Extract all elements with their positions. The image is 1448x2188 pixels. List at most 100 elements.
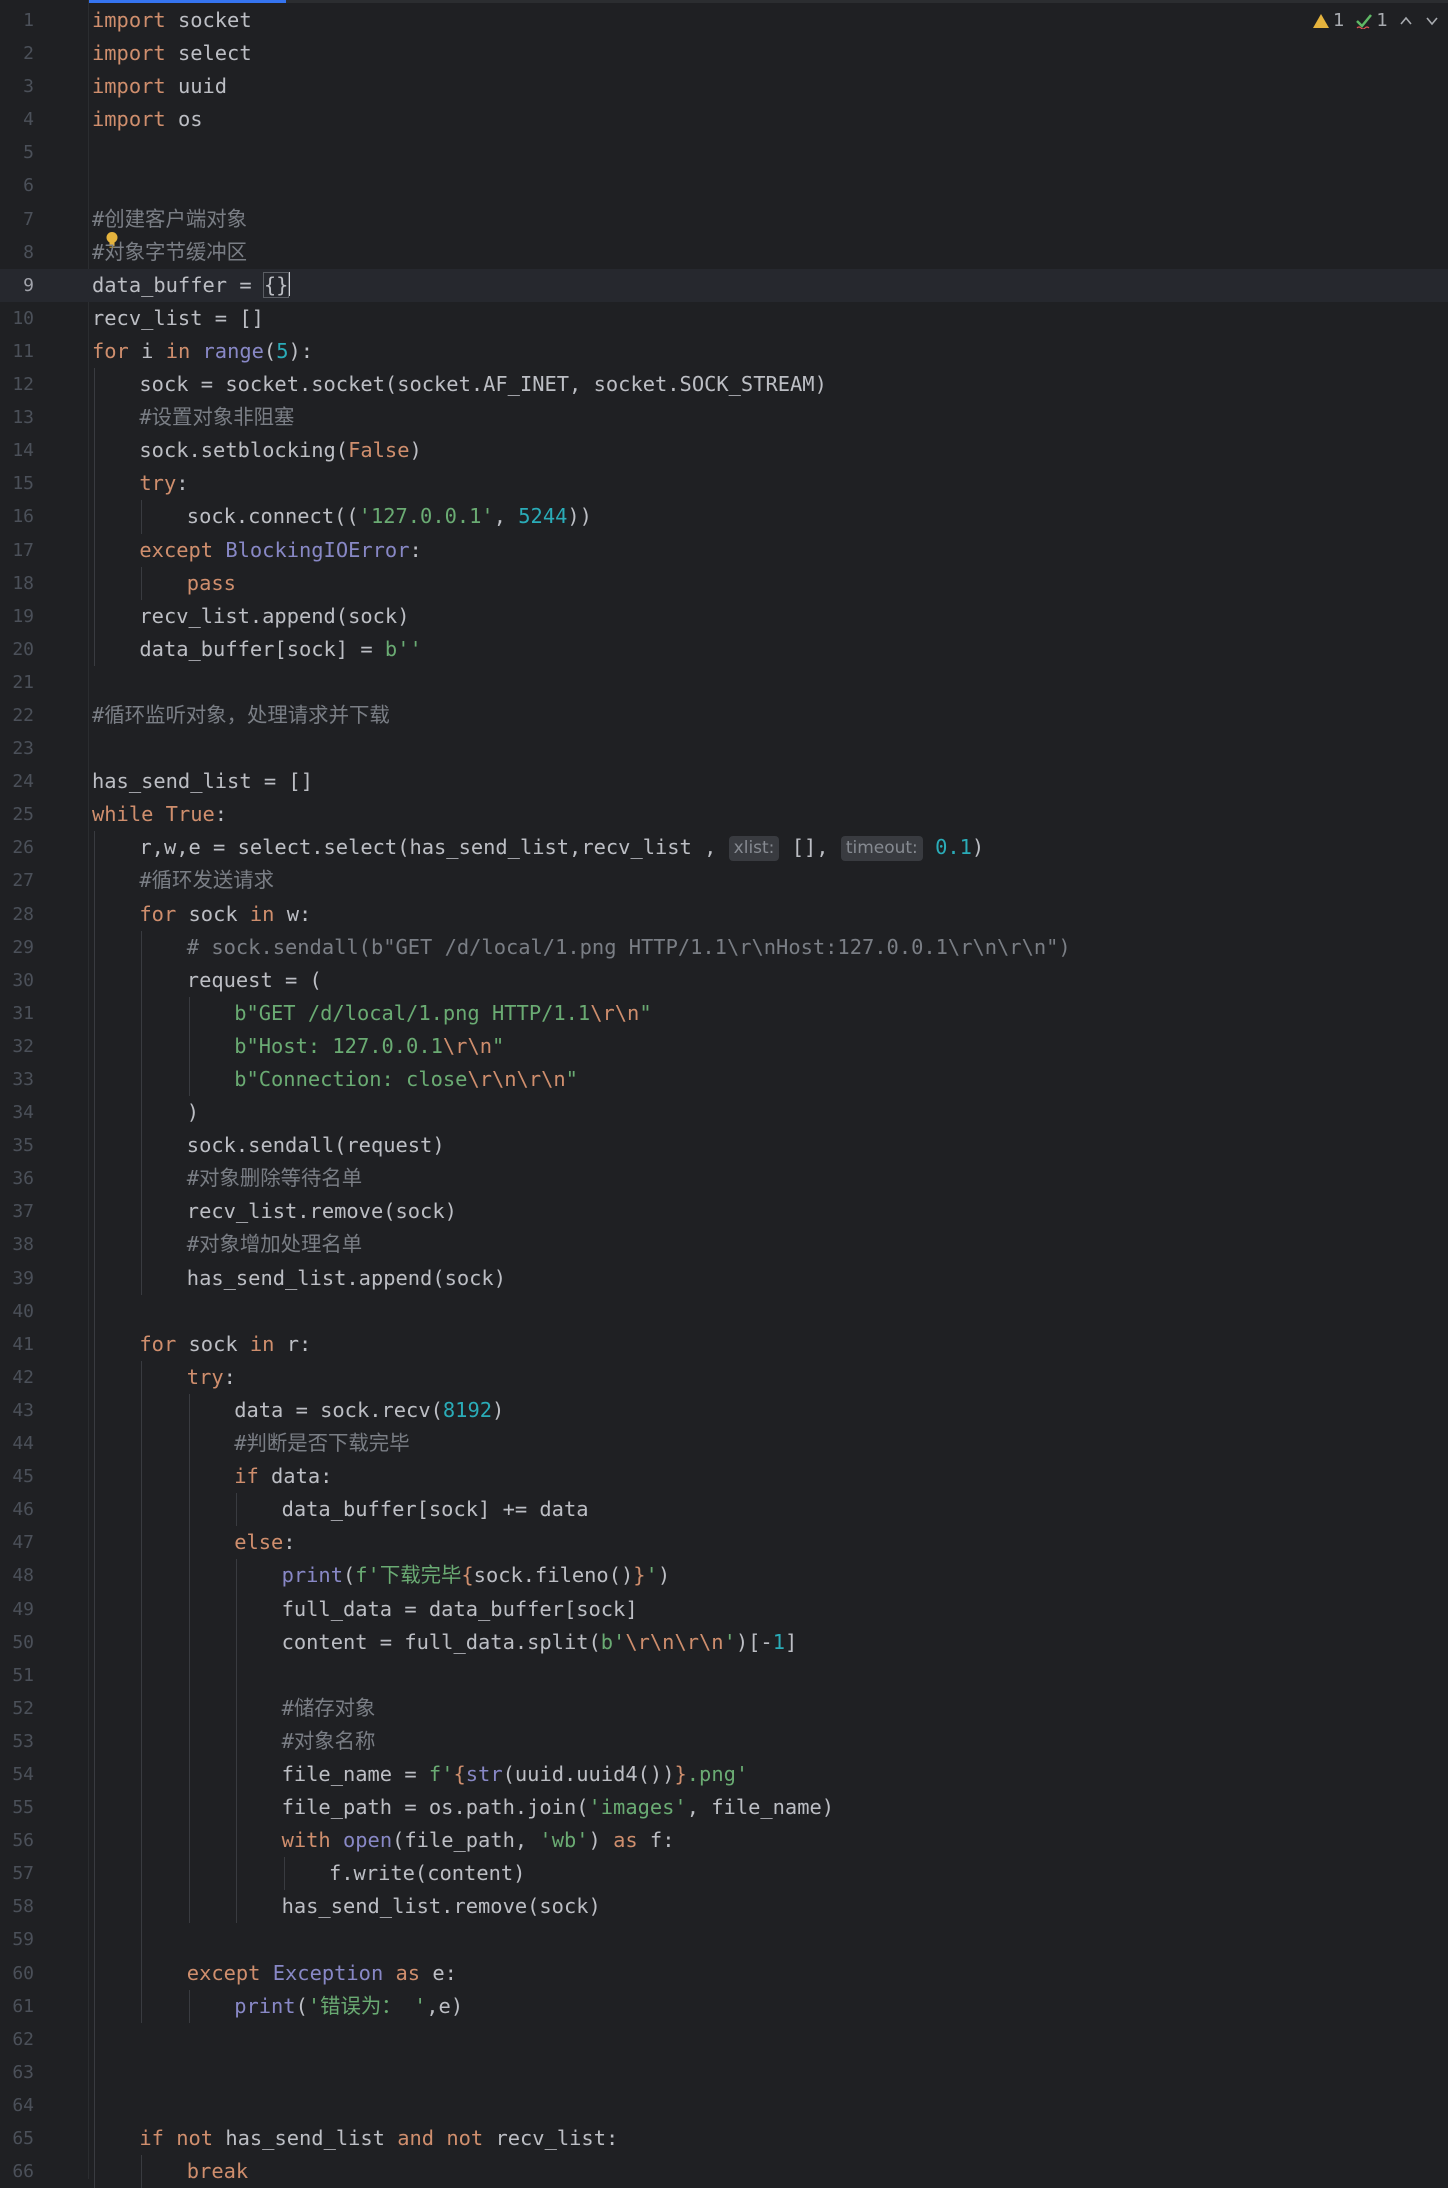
code-line[interactable]: 61 print('错误为： ',e) bbox=[0, 1989, 1448, 2023]
code-line[interactable]: 19 recv_list.append(sock) bbox=[0, 599, 1448, 633]
code-line[interactable]: 62 bbox=[0, 2022, 1448, 2056]
code-line[interactable]: 36 #对象删除等待名单 bbox=[0, 1162, 1448, 1196]
code-text[interactable]: sock = socket.socket(socket.AF_INET, soc… bbox=[139, 368, 826, 401]
line-number[interactable]: 36 bbox=[0, 1162, 34, 1195]
line-number[interactable]: 12 bbox=[0, 368, 34, 401]
code-line[interactable]: 15 try: bbox=[0, 467, 1448, 501]
line-number[interactable]: 11 bbox=[0, 335, 34, 368]
line-number[interactable]: 63 bbox=[0, 2056, 34, 2089]
code-text[interactable]: recv_list.append(sock) bbox=[139, 600, 409, 633]
code-text[interactable]: else: bbox=[234, 1526, 295, 1559]
line-number[interactable]: 45 bbox=[0, 1460, 34, 1493]
line-number[interactable]: 28 bbox=[0, 898, 34, 931]
code-line[interactable]: 5 bbox=[0, 136, 1448, 169]
code-line[interactable]: 28 for sock in w: bbox=[0, 897, 1448, 931]
code-text[interactable]: except BlockingIOError: bbox=[139, 534, 421, 567]
code-text[interactable]: #对象字节缓冲区 bbox=[92, 236, 247, 269]
code-line[interactable]: 63 bbox=[0, 2055, 1448, 2089]
code-text[interactable]: try: bbox=[187, 1361, 236, 1394]
line-number[interactable]: 16 bbox=[0, 500, 34, 533]
code-line[interactable]: 16 sock.connect(('127.0.0.1', 5244)) bbox=[0, 500, 1448, 534]
line-number[interactable]: 54 bbox=[0, 1758, 34, 1791]
code-text[interactable]: file_name = f'{str(uuid.uuid4())}.png' bbox=[282, 1758, 749, 1791]
line-number[interactable]: 39 bbox=[0, 1262, 34, 1295]
code-line[interactable]: 11 for i in range(5): bbox=[0, 335, 1448, 368]
code-text[interactable]: has_send_list = [] bbox=[92, 765, 313, 798]
code-line[interactable]: 7 #创建客户端对象 bbox=[0, 203, 1448, 236]
code-line[interactable]: 55 file_path = os.path.join('images', fil… bbox=[0, 1791, 1448, 1825]
code-text[interactable]: has_send_list.remove(sock) bbox=[282, 1890, 601, 1923]
line-number[interactable]: 43 bbox=[0, 1394, 34, 1427]
line-number[interactable]: 29 bbox=[0, 931, 34, 964]
code-line[interactable]: 4 import os bbox=[0, 103, 1448, 136]
line-number[interactable]: 24 bbox=[0, 765, 34, 798]
line-number[interactable]: 14 bbox=[0, 434, 34, 467]
code-text[interactable]: f.write(content) bbox=[329, 1857, 525, 1890]
code-line[interactable]: 24 has_send_list = [] bbox=[0, 765, 1448, 798]
code-text[interactable]: pass bbox=[187, 567, 236, 600]
line-number[interactable]: 30 bbox=[0, 964, 34, 997]
line-number[interactable]: 20 bbox=[0, 633, 34, 666]
code-text[interactable]: print('错误为： ',e) bbox=[234, 1990, 463, 2023]
code-text[interactable]: import select bbox=[92, 37, 252, 70]
code-line[interactable]: 2 import select bbox=[0, 37, 1448, 70]
code-line[interactable]: 8 #对象字节缓冲区 bbox=[0, 236, 1448, 269]
code-line[interactable]: 45 if data: bbox=[0, 1460, 1448, 1494]
code-text[interactable]: if not has_send_list and not recv_list: bbox=[139, 2122, 618, 2155]
code-line[interactable]: 54 file_name = f'{str(uuid.uuid4())}.png' bbox=[0, 1757, 1448, 1792]
code-text[interactable]: with open(file_path, 'wb') as f: bbox=[282, 1824, 675, 1857]
code-line[interactable]: 32 b"Host: 127.0.0.1\r\n" bbox=[0, 1029, 1448, 1063]
line-number[interactable]: 51 bbox=[0, 1659, 34, 1692]
code-text[interactable]: sock.sendall(request) bbox=[187, 1129, 445, 1162]
code-line[interactable]: 12 sock = socket.socket(socket.AF_INET, s… bbox=[0, 368, 1448, 402]
code-line[interactable]: 48 print(f'下载完毕{sock.fileno()}') bbox=[0, 1559, 1448, 1593]
line-number[interactable]: 48 bbox=[0, 1559, 34, 1592]
line-number[interactable]: 44 bbox=[0, 1427, 34, 1460]
line-number[interactable]: 38 bbox=[0, 1228, 34, 1261]
code-line[interactable]: 14 sock.setblocking(False) bbox=[0, 434, 1448, 468]
code-line[interactable]: 10 recv_list = [] bbox=[0, 302, 1448, 335]
code-text[interactable]: #储存对象 bbox=[282, 1692, 376, 1725]
code-line[interactable]: 57 f.write(content) bbox=[0, 1857, 1448, 1891]
code-line[interactable]: 38 #对象增加处理名单 bbox=[0, 1228, 1448, 1262]
code-text[interactable]: data_buffer[sock] = b'' bbox=[139, 633, 421, 666]
code-line[interactable]: 30 request = ( bbox=[0, 963, 1448, 997]
line-number[interactable]: 25 bbox=[0, 798, 34, 831]
code-line[interactable]: 18 pass bbox=[0, 566, 1448, 600]
code-line[interactable]: 51 bbox=[0, 1658, 1448, 1692]
line-number[interactable]: 50 bbox=[0, 1626, 34, 1659]
line-number[interactable]: 26 bbox=[0, 831, 34, 864]
code-line[interactable]: 21 bbox=[0, 666, 1448, 699]
code-line[interactable]: 37 recv_list.remove(sock) bbox=[0, 1195, 1448, 1229]
code-text[interactable]: except Exception as e: bbox=[187, 1957, 457, 1990]
code-line[interactable]: 22 #循环监听对象，处理请求并下载 bbox=[0, 699, 1448, 732]
code-text[interactable]: content = full_data.split(b'\r\n\r\n')[-… bbox=[282, 1626, 798, 1659]
code-text[interactable]: #循环监听对象，处理请求并下载 bbox=[92, 699, 390, 732]
code-line[interactable]: 6 bbox=[0, 169, 1448, 202]
line-number[interactable]: 3 bbox=[0, 70, 34, 103]
code-line[interactable]: 27 #循环发送请求 bbox=[0, 864, 1448, 898]
line-number[interactable]: 56 bbox=[0, 1824, 34, 1857]
code-line[interactable]: 58 has_send_list.remove(sock) bbox=[0, 1890, 1448, 1924]
code-text[interactable]: for sock in r: bbox=[139, 1328, 311, 1361]
code-line[interactable]: 33 b"Connection: close\r\n\r\n" bbox=[0, 1063, 1448, 1097]
code-line[interactable]: 50 content = full_data.split(b'\r\n\r\n')… bbox=[0, 1625, 1448, 1659]
code-line[interactable]: 65 if not has_send_list and not recv_list… bbox=[0, 2122, 1448, 2156]
line-number[interactable]: 41 bbox=[0, 1328, 34, 1361]
code-line[interactable]: 52 #储存对象 bbox=[0, 1691, 1448, 1725]
line-number[interactable]: 34 bbox=[0, 1096, 34, 1129]
code-line[interactable]: 26 r,w,e = select.select(has_send_list,re… bbox=[0, 831, 1448, 865]
code-line[interactable]: 66 break bbox=[0, 2155, 1448, 2188]
line-number[interactable]: 66 bbox=[0, 2155, 34, 2188]
code-line[interactable]: 39 has_send_list.append(sock) bbox=[0, 1261, 1448, 1295]
code-text[interactable]: data_buffer = {} bbox=[92, 269, 291, 302]
code-text[interactable]: for i in range(5): bbox=[92, 335, 313, 368]
code-text[interactable]: data = sock.recv(8192) bbox=[234, 1394, 504, 1427]
code-text[interactable]: has_send_list.append(sock) bbox=[187, 1262, 506, 1295]
line-number[interactable]: 53 bbox=[0, 1725, 34, 1758]
code-text[interactable]: request = ( bbox=[187, 964, 322, 997]
line-number[interactable]: 64 bbox=[0, 2089, 34, 2122]
code-text[interactable]: #判断是否下载完毕 bbox=[234, 1427, 409, 1460]
line-number[interactable]: 10 bbox=[0, 302, 34, 335]
line-number[interactable]: 55 bbox=[0, 1791, 34, 1824]
